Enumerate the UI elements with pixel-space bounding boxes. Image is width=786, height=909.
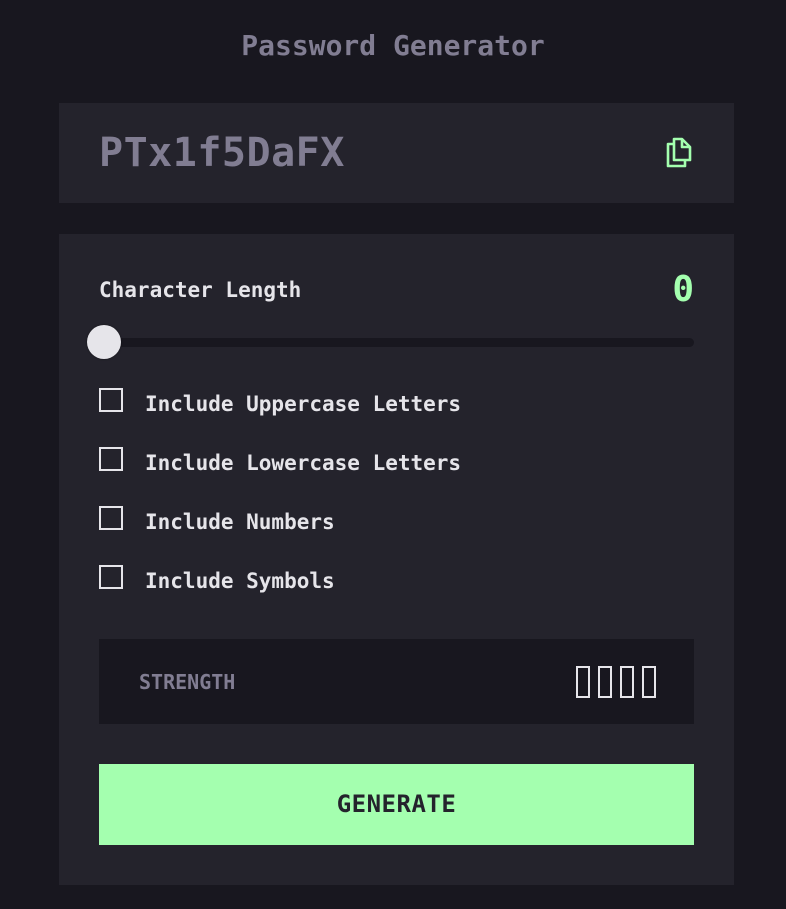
option-symbols[interactable]: Include Symbols [99,565,694,595]
strength-meter: STRENGTH [99,639,694,724]
strength-bars [576,666,656,698]
numbers-checkbox[interactable] [99,506,123,530]
uppercase-label: Include Uppercase Letters [145,392,462,416]
copy-icon [666,137,692,168]
strength-bar [642,666,656,698]
option-uppercase[interactable]: Include Uppercase Letters [99,388,694,418]
password-output-box: PTx1f5DaFX [59,103,734,203]
app-title: Password Generator [241,29,545,62]
numbers-label: Include Numbers [145,510,335,534]
symbols-label: Include Symbols [145,569,335,593]
symbols-checkbox[interactable] [99,565,123,589]
option-numbers[interactable]: Include Numbers [99,506,694,536]
copy-button[interactable] [665,136,697,172]
settings-panel: Character Length 0 Include Uppercase Let… [59,234,734,885]
strength-bar [620,666,634,698]
generated-password: PTx1f5DaFX [99,130,345,176]
uppercase-checkbox[interactable] [99,388,123,412]
option-lowercase[interactable]: Include Lowercase Letters [99,447,694,477]
strength-bar [576,666,590,698]
generate-button[interactable]: GENERATE [99,764,694,845]
character-length-value: 0 [672,269,694,310]
lowercase-label: Include Lowercase Letters [145,451,462,475]
strength-bar [598,666,612,698]
character-length-label: Character Length [99,278,302,302]
length-slider[interactable] [87,325,694,359]
lowercase-checkbox[interactable] [99,447,123,471]
slider-thumb[interactable] [87,325,121,359]
strength-label: STRENGTH [139,670,236,694]
